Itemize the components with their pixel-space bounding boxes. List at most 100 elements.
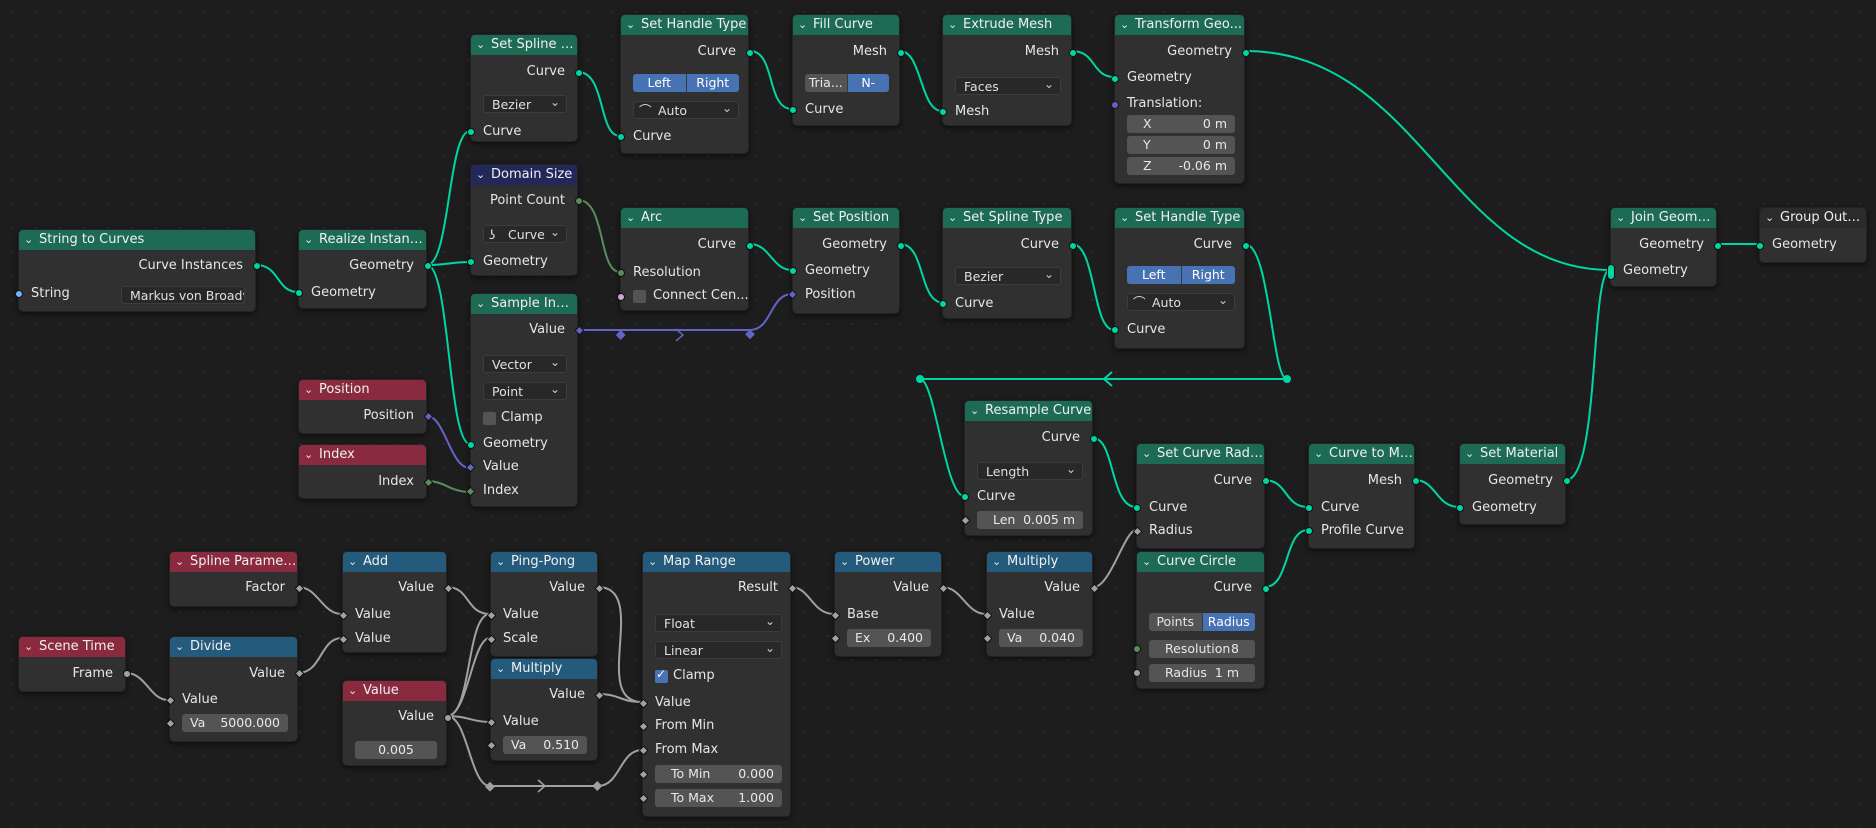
output-socket[interactable] bbox=[746, 242, 754, 250]
input-socket[interactable] bbox=[486, 740, 497, 751]
input-socket[interactable] bbox=[960, 515, 971, 526]
right-toggle[interactable]: Right bbox=[1180, 266, 1235, 284]
input-socket[interactable] bbox=[789, 267, 797, 275]
input-socket[interactable] bbox=[1756, 242, 1764, 250]
node-set-handle-type-2[interactable]: ⌄ Set Handle Type Curve Left Right ⌒ Auto… bbox=[1111, 207, 1250, 349]
output-socket[interactable] bbox=[1262, 585, 1270, 593]
data-type-dropdown[interactable]: Float bbox=[655, 614, 782, 632]
node-resample-curve[interactable]: ⌄ Resample Curve Curve Length Curve Len 0.… bbox=[960, 400, 1098, 536]
input-socket[interactable] bbox=[939, 300, 947, 308]
chevron-down-icon[interactable]: ⌄ bbox=[175, 552, 184, 572]
input-socket[interactable] bbox=[1133, 669, 1141, 677]
node-extrude-mesh[interactable]: ⌄ Extrude Mesh Mesh Faces Mesh bbox=[939, 14, 1077, 126]
output-socket[interactable] bbox=[575, 69, 583, 77]
value-field[interactable]: Va 0.510 bbox=[503, 736, 587, 754]
component-dropdown[interactable]: ʖ Curve bbox=[483, 225, 567, 243]
chevron-down-icon[interactable]: ⌄ bbox=[1120, 15, 1129, 35]
input-socket[interactable] bbox=[617, 293, 625, 301]
spline-type-dropdown[interactable]: Bezier bbox=[483, 95, 567, 113]
chevron-down-icon[interactable]: ⌄ bbox=[476, 165, 485, 185]
input-socket[interactable] bbox=[1133, 645, 1141, 653]
triangles-toggle[interactable]: Tria... bbox=[805, 74, 847, 92]
chevron-down-icon[interactable]: ⌄ bbox=[348, 681, 357, 701]
node-curve-circle[interactable]: ⌄ Curve Circle Curve Points Radius Resolu… bbox=[1133, 551, 1270, 689]
node-set-position[interactable]: ⌄ Set Position Geometry Geometry Position bbox=[787, 207, 905, 314]
output-socket[interactable] bbox=[253, 262, 261, 270]
to-max-field[interactable]: To Max 1.000 bbox=[655, 789, 782, 807]
node-header[interactable]: ⌄ Set Curve Radius bbox=[1137, 444, 1264, 464]
input-socket[interactable] bbox=[830, 633, 841, 644]
value-field[interactable]: 0.005 bbox=[355, 741, 437, 759]
chevron-down-icon[interactable]: ⌄ bbox=[1616, 208, 1625, 228]
node-domain-size[interactable]: ⌄ Domain Size Point Count ʖ Curve Geometr… bbox=[467, 164, 583, 276]
node-ping-pong[interactable]: ⌄ Ping-Pong Value Value Scale bbox=[486, 551, 605, 657]
output-socket[interactable] bbox=[1090, 435, 1098, 443]
output-socket[interactable] bbox=[897, 49, 905, 57]
radius-field[interactable]: Radius 1 m bbox=[1149, 664, 1255, 682]
chevron-down-icon[interactable]: ⌄ bbox=[970, 401, 979, 421]
extrude-mode-dropdown[interactable]: Faces bbox=[955, 77, 1061, 95]
node-header[interactable]: ⌄ Spline Parameter bbox=[170, 552, 297, 572]
multi-input-socket[interactable] bbox=[1607, 264, 1615, 280]
node-transform-geometry[interactable]: ⌄ Transform Geo... Geometry Geometry Tran… bbox=[1111, 14, 1250, 184]
connect-center-checkbox[interactable] bbox=[633, 290, 646, 303]
input-socket[interactable] bbox=[1111, 101, 1119, 109]
clamp-checkbox[interactable] bbox=[483, 412, 496, 425]
length-field[interactable]: Len 0.005 m bbox=[977, 511, 1083, 529]
interpolation-dropdown[interactable]: Linear bbox=[655, 641, 782, 659]
input-socket[interactable] bbox=[982, 633, 993, 644]
chevron-down-icon[interactable]: ⌄ bbox=[840, 552, 849, 572]
to-min-field[interactable]: To Min 0.000 bbox=[655, 765, 782, 783]
input-socket[interactable] bbox=[467, 441, 475, 449]
node-header[interactable]: ⌄ Multiply bbox=[491, 659, 597, 679]
node-group-output[interactable]: ⌄ Group Output Geometry bbox=[1756, 207, 1867, 263]
node-header[interactable]: ⌄ Arc bbox=[621, 208, 748, 228]
node-multiply-radius[interactable]: ⌄ Multiply Value Value Va 0.040 bbox=[982, 551, 1100, 657]
node-set-spline-type[interactable]: ⌄ Set Spline T... Curve Bezier Curve bbox=[467, 34, 583, 142]
translation-z-field[interactable]: Z -0.06 m bbox=[1127, 157, 1235, 175]
left-toggle[interactable]: Left bbox=[633, 74, 686, 92]
handle-side-toggle[interactable]: Left Right bbox=[633, 74, 739, 92]
node-set-spline-type-2[interactable]: ⌄ Set Spline Type Curve Bezier Curve bbox=[939, 207, 1077, 319]
output-socket[interactable] bbox=[444, 714, 452, 722]
node-header[interactable]: ⌄ Group Output bbox=[1760, 208, 1866, 228]
chevron-down-icon[interactable]: ⌄ bbox=[626, 15, 635, 35]
node-header[interactable]: ⌄ Transform Geo... bbox=[1115, 15, 1244, 35]
output-socket[interactable] bbox=[1412, 477, 1420, 485]
chevron-down-icon[interactable]: ⌄ bbox=[798, 15, 807, 35]
input-socket[interactable] bbox=[295, 289, 303, 297]
output-socket[interactable] bbox=[575, 197, 583, 205]
node-value[interactable]: ⌄ Value Value 0.005 bbox=[342, 680, 452, 766]
chevron-down-icon[interactable]: ⌄ bbox=[1120, 208, 1129, 228]
node-sample-index[interactable]: ⌄ Sample Index Value Vector Point Clamp G… bbox=[465, 293, 585, 507]
node-fill-curve[interactable]: ⌄ Fill Curve Mesh Tria... N-gons Curve bbox=[789, 14, 905, 126]
clamp-checkbox[interactable] bbox=[655, 667, 668, 683]
chevron-down-icon[interactable]: ⌄ bbox=[1465, 444, 1474, 464]
input-socket[interactable] bbox=[1111, 75, 1119, 83]
output-socket[interactable] bbox=[746, 49, 754, 57]
node-curve-to-mesh[interactable]: ⌄ Curve to Mesh Mesh Curve Profile Curve bbox=[1305, 443, 1420, 549]
output-socket[interactable] bbox=[897, 242, 905, 250]
input-socket[interactable] bbox=[638, 769, 649, 780]
node-header[interactable]: ⌄ Divide bbox=[170, 637, 297, 657]
input-socket[interactable] bbox=[789, 106, 797, 114]
resolution-field[interactable]: Resolution 8 bbox=[1149, 640, 1255, 658]
output-socket[interactable] bbox=[1563, 477, 1571, 485]
input-socket[interactable] bbox=[939, 108, 947, 116]
input-socket[interactable] bbox=[467, 258, 475, 266]
left-toggle[interactable]: Left bbox=[1127, 266, 1181, 284]
node-header[interactable]: ⌄ Realize Instances bbox=[299, 230, 426, 250]
chevron-down-icon[interactable]: ⌄ bbox=[1142, 444, 1151, 464]
output-socket[interactable] bbox=[123, 670, 131, 678]
output-socket[interactable] bbox=[1262, 477, 1270, 485]
value-field[interactable]: Va 5000.000 bbox=[182, 714, 288, 732]
chevron-down-icon[interactable]: ⌄ bbox=[24, 230, 33, 250]
output-socket[interactable] bbox=[1242, 242, 1250, 250]
node-add[interactable]: ⌄ Add Value Value Value bbox=[338, 551, 454, 653]
input-socket[interactable] bbox=[1111, 326, 1119, 334]
chevron-down-icon[interactable]: ⌄ bbox=[476, 294, 485, 314]
node-header[interactable]: ⌄ Resample Curve bbox=[965, 401, 1092, 421]
node-header[interactable]: ⌄ Set Spline T... bbox=[471, 35, 577, 55]
node-header[interactable]: ⌄ Add bbox=[343, 552, 446, 572]
node-set-handle-type[interactable]: ⌄ Set Handle Type Curve Left Right ⌒ Auto… bbox=[617, 14, 754, 154]
